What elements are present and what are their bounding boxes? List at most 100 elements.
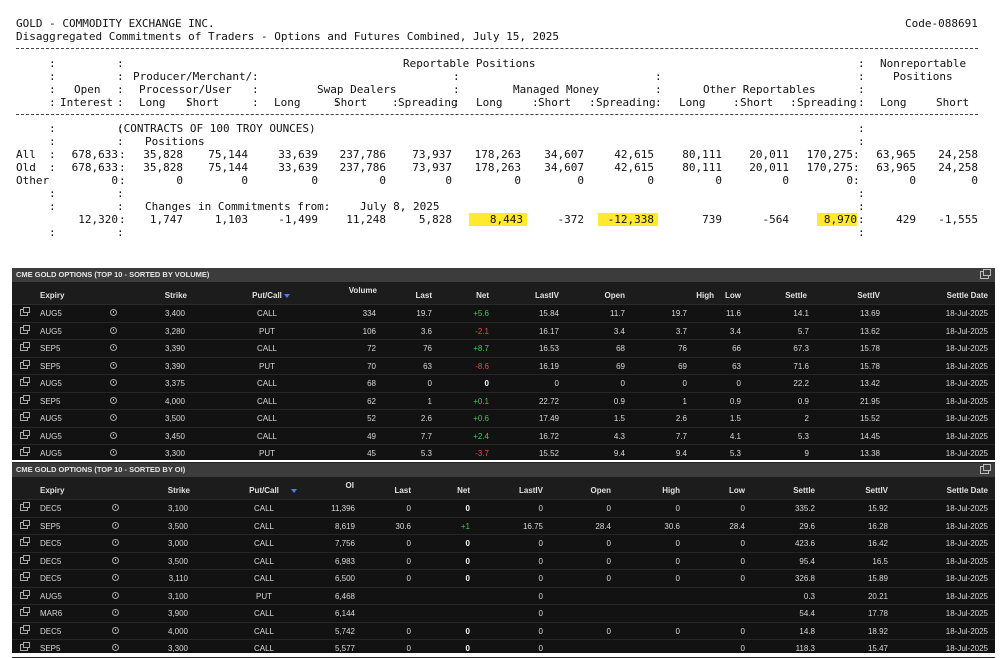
clock-icon[interactable] <box>112 539 119 548</box>
col-low[interactable]: Low <box>685 486 745 495</box>
popout-icon[interactable] <box>20 572 30 583</box>
col-last[interactable]: Last <box>351 486 411 495</box>
col-oi[interactable]: OI <box>294 481 354 490</box>
table-row[interactable]: DEC5 3,500 CALL 6,983 0 0 0 0 0 0 95.4 16.5 18-Jul-2… <box>12 553 995 570</box>
col-strike[interactable]: Strike <box>127 291 187 300</box>
clock-icon[interactable] <box>110 449 117 458</box>
strike-cell: 3,000 <box>167 539 188 548</box>
clock-icon[interactable] <box>112 626 119 636</box>
lastiv-cell: 16.17 <box>538 326 559 336</box>
table-row[interactable]: SEP5 3,300 CALL 5,577 0 0 0 0 118.3 15.47 18-Jul-2… <box>12 640 995 658</box>
table-row[interactable]: AUG5 3,300 PUT 45 5.3 -3.7 15.52 9.4 9.4 5.3 9 13.3… <box>12 445 995 463</box>
col-open[interactable]: Open <box>565 291 625 300</box>
table-row[interactable]: SEP5 3,390 PUT 70 63 -8.6 16.19 69 69 63 71.6 15.78… <box>12 358 995 375</box>
strike-cell: 3,280 <box>164 326 185 336</box>
col-volume[interactable]: Volume <box>317 286 377 295</box>
col-lastiv[interactable]: LastIV <box>499 291 559 300</box>
table-row[interactable]: AUG5 3,450 CALL 49 7.7 +2.4 16.72 4.3 7.7 4.1 5.3 1… <box>12 428 995 445</box>
col-settle-date[interactable]: Settle Date <box>928 486 988 495</box>
col-settiv[interactable]: SettIV <box>820 291 880 300</box>
lastiv-cell: 16.19 <box>538 361 559 371</box>
col-net[interactable]: Net <box>410 486 470 495</box>
table-row[interactable]: AUG5 3,375 CALL 68 0 0 0 0 0 0 22.2 13.42 18-Jul-202… <box>12 375 995 393</box>
table-row[interactable]: DEC5 3,100 CALL 11,396 0 0 0 0 0 0 335.2 15.92 18-Ju… <box>12 500 995 518</box>
col-settiv[interactable]: SettIV <box>828 486 888 495</box>
col-lastiv[interactable]: LastIV <box>483 486 543 495</box>
table-row[interactable]: DEC5 3,110 CALL 6,500 0 0 0 0 0 0 326.8 15.89 18-Jul… <box>12 570 995 588</box>
popout-icon[interactable] <box>20 624 30 636</box>
clock-icon[interactable] <box>110 379 117 388</box>
clock-icon[interactable] <box>112 574 119 583</box>
separator: : <box>49 226 56 239</box>
clock-icon[interactable] <box>110 361 117 371</box>
col-last[interactable]: Last <box>372 291 432 300</box>
separator: : <box>49 57 56 70</box>
clock-icon[interactable] <box>110 396 117 406</box>
clock-icon[interactable] <box>112 521 119 531</box>
table-row[interactable]: AUG5 3,400 CALL 334 19.7 +5.6 15.84 11.7 19.7 11.… <box>12 305 995 323</box>
clock-icon[interactable] <box>112 609 119 618</box>
separator: : <box>853 161 860 174</box>
separator: : <box>49 187 56 200</box>
clock-icon[interactable] <box>110 344 117 353</box>
clock-icon[interactable] <box>110 431 117 441</box>
popout-icon[interactable] <box>20 412 30 423</box>
table-row[interactable]: MAR6 3,900 CALL 6,144 0 54.4 17.78 18-Jul-2025 <box>12 605 995 623</box>
table-row[interactable]: AUG5 3,500 CALL 52 2.6 +0.6 17.49 1.5 2.6 1.5 2 15.… <box>12 410 995 428</box>
popout-icon[interactable] <box>20 324 30 336</box>
popout-icon[interactable] <box>20 502 30 513</box>
lastiv-cell: 0 <box>554 379 559 388</box>
table-row[interactable]: DEC5 3,000 CALL 7,756 0 0 0 0 0 0 423.6 16.42 18-Jul… <box>12 535 995 553</box>
col-settle[interactable]: Settle <box>747 291 807 300</box>
popout-icon[interactable] <box>980 269 991 279</box>
col-expiry[interactable]: Expiry <box>40 291 64 300</box>
col-high[interactable]: High <box>620 486 680 495</box>
table-row[interactable]: SEP5 4,000 CALL 62 1 +0.1 22.72 0.9 1 0.9 0.9 21.95… <box>12 393 995 410</box>
table-row[interactable]: AUG5 3,280 PUT 106 3.6 -2.1 16.17 3.4 3.7 3.4 5.7 1… <box>12 323 995 340</box>
lastiv-cell: 0 <box>538 574 543 583</box>
clock-icon[interactable] <box>112 556 119 566</box>
popout-icon[interactable] <box>20 342 30 353</box>
col-expiry[interactable]: Expiry <box>40 486 64 495</box>
header-short: Short <box>538 96 572 109</box>
popout-icon[interactable] <box>20 537 30 548</box>
lastiv-cell: 0 <box>538 591 543 601</box>
col-settle-date[interactable]: Settle Date <box>928 291 988 300</box>
col-putcall[interactable]: Put/Call <box>234 486 294 495</box>
clock-icon[interactable] <box>110 309 117 318</box>
clock-icon[interactable] <box>110 326 117 336</box>
popout-icon[interactable] <box>20 642 30 653</box>
popout-icon[interactable] <box>980 464 991 474</box>
low-cell: 1.5 <box>729 414 741 423</box>
popout-icon[interactable] <box>20 554 30 566</box>
putcall-cell: PUT <box>259 326 275 336</box>
table-row[interactable]: DEC5 4,000 CALL 5,742 0 0 0 0 0 0 14.8 18.92 18-Jul-… <box>12 623 995 640</box>
high-cell: 19.7 <box>671 309 687 318</box>
clock-icon[interactable] <box>112 504 119 513</box>
popout-icon[interactable] <box>20 447 30 458</box>
popout-icon[interactable] <box>20 307 30 318</box>
col-open[interactable]: Open <box>551 486 611 495</box>
popout-icon[interactable] <box>20 394 30 406</box>
popout-icon[interactable] <box>20 607 30 618</box>
clock-icon[interactable] <box>110 414 117 423</box>
sort-desc-icon[interactable] <box>284 294 290 298</box>
settle-date-cell: 18-Jul-2025 <box>945 326 988 336</box>
table-row[interactable]: SEP5 3,500 CALL 8,619 30.6 +1 16.75 28.4 30.6 28.… <box>12 518 995 535</box>
popout-icon[interactable] <box>20 589 30 601</box>
table-row[interactable]: SEP5 3,390 CALL 72 76 +8.7 16.53 68 76 66 67.3 15.7… <box>12 340 995 358</box>
col-settle[interactable]: Settle <box>755 486 815 495</box>
col-low[interactable]: Low <box>681 291 741 300</box>
popout-icon[interactable] <box>20 377 30 388</box>
col-net[interactable]: Net <box>429 291 489 300</box>
table-row[interactable]: AUG5 3,100 PUT 6,468 0 0.3 20.21 18-Jul-2025 <box>12 588 995 605</box>
popout-icon[interactable] <box>20 429 30 441</box>
clock-icon[interactable] <box>112 591 119 601</box>
popout-icon[interactable] <box>20 519 30 531</box>
change-value: 739 <box>702 213 722 226</box>
col-strike[interactable]: Strike <box>130 486 190 495</box>
putcall-cell: CALL <box>256 344 277 353</box>
clock-icon[interactable] <box>112 644 119 653</box>
putcall-cell: CALL <box>253 626 274 636</box>
popout-icon[interactable] <box>20 359 30 371</box>
